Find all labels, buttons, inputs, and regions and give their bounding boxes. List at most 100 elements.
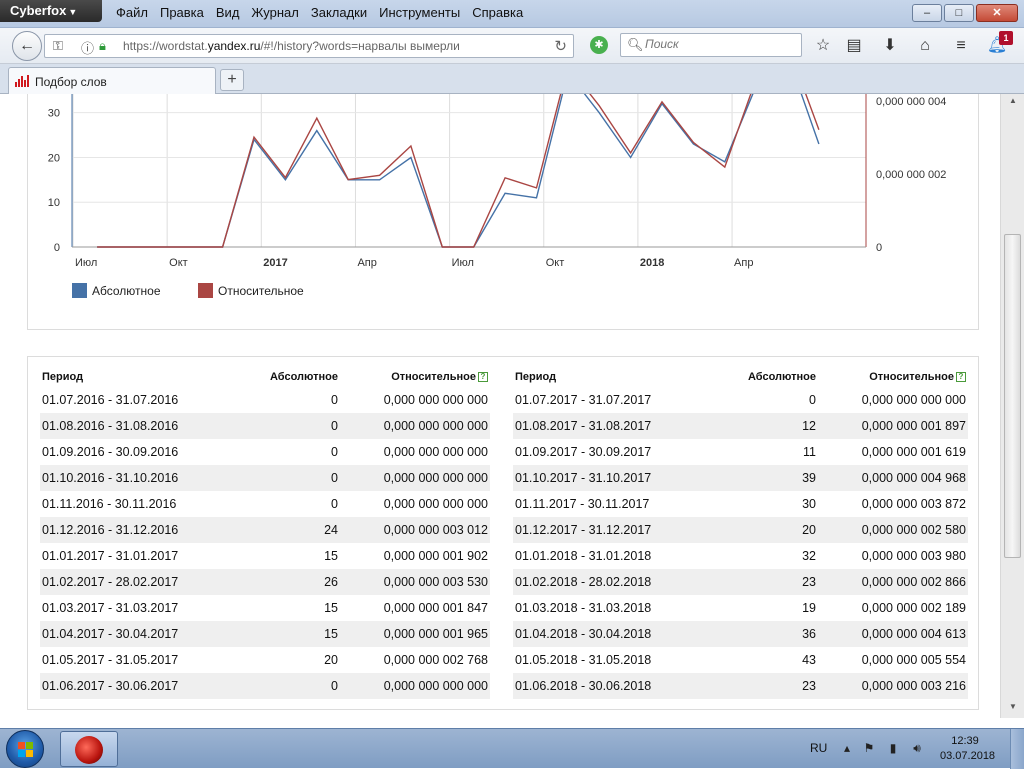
y-right-tick-label: 0	[876, 242, 882, 254]
tray-arrow-icon[interactable]: ▴	[840, 741, 854, 755]
close-button[interactable]: ✕	[976, 4, 1018, 22]
tab-podbor-slov[interactable]: Подбор слов	[8, 67, 216, 94]
table-row: 01.10.2016 - 31.10.2016 0 0,000 000 000 00…	[40, 465, 490, 491]
language-indicator[interactable]: RU	[810, 741, 827, 755]
menu-item-tools[interactable]: Инструменты	[373, 4, 466, 22]
relative-cell: 0,000 000 003 216	[818, 673, 968, 699]
absolute-cell: 11	[803, 445, 816, 459]
bookmark-star-icon[interactable]: ☆	[812, 35, 834, 57]
menu-item-edit[interactable]: Правка	[154, 4, 210, 22]
absolute-cell: 15	[324, 601, 338, 615]
period-cell: 01.12.2016 - 31.12.2016	[40, 517, 230, 543]
menu-item-help[interactable]: Справка	[466, 4, 529, 22]
period-cell: 01.05.2018 - 31.05.2018	[515, 653, 652, 667]
table-row: 01.12.2016 - 31.12.2016 24 0,000 000 003 0…	[40, 517, 490, 543]
reload-icon[interactable]: ↻	[554, 37, 567, 55]
y-right-tick-label: 0,000 000 004	[876, 96, 946, 108]
new-tab-button[interactable]: +	[220, 69, 244, 91]
y-left-tick-label: 0	[54, 242, 60, 254]
window-controls: – □ ✕	[912, 4, 1018, 22]
absolute-cell: 36	[703, 621, 818, 647]
legend-label: Относительное	[218, 284, 304, 298]
table-row: 01.02.2018 - 28.02.2018 23 0,000 000 002 8…	[513, 569, 968, 595]
vertical-scrollbar[interactable]: ▲ ▼	[1000, 94, 1024, 718]
table-row: 01.01.2017 - 31.01.2017 15 0,000 000 001 9…	[40, 543, 490, 569]
home-icon[interactable]: ⌂	[914, 35, 936, 57]
tab-bar: Подбор слов +	[0, 64, 1024, 94]
period-cell: 01.03.2017 - 31.03.2017	[42, 601, 179, 615]
info-icon[interactable]: ⓘ	[81, 38, 94, 57]
y-left-tick-label: 30	[48, 108, 60, 120]
menu-item-bookmarks[interactable]: Закладки	[305, 4, 373, 22]
menu-item-history[interactable]: Журнал	[245, 4, 304, 22]
absolute-cell: 39	[703, 465, 818, 491]
tray-flag-icon[interactable]: ⚑	[862, 741, 876, 755]
network-icon[interactable]: ▮	[886, 741, 900, 755]
url-prefix: https://wordstat.	[123, 39, 208, 53]
clock[interactable]: 12:39 03.07.2018	[940, 734, 996, 764]
absolute-cell: 15	[230, 621, 340, 647]
period-header: Период	[42, 371, 84, 383]
absolute-cell: 19	[802, 601, 816, 615]
relative-cell: 0,000 000 000 000	[383, 393, 488, 407]
absolute-cell: 0	[230, 673, 340, 699]
menu-bar: Файл Правка Вид Журнал Закладки Инструме…	[110, 4, 529, 22]
relative-header-cell: Относительное?	[340, 367, 490, 387]
show-desktop-button[interactable]	[1010, 729, 1024, 769]
minimize-button[interactable]: –	[912, 4, 942, 22]
relative-cell: 0,000 000 002 768	[383, 653, 488, 667]
start-button[interactable]	[6, 730, 44, 768]
relative-cell: 0,000 000 002 189	[861, 601, 966, 615]
search-input[interactable]	[645, 37, 795, 51]
absolute-cell: 26	[230, 569, 340, 595]
lock-icon[interactable]: 🔒︎	[99, 38, 106, 54]
period-cell: 01.09.2017 - 30.09.2017	[515, 445, 652, 459]
y-left-tick-label: 20	[48, 152, 60, 164]
period-cell: 01.10.2017 - 31.10.2017	[513, 465, 703, 491]
period-cell: 01.01.2017 - 31.01.2017	[42, 549, 179, 563]
clock-date: 03.07.2018	[940, 750, 996, 762]
chevron-down-icon: ▼	[68, 7, 78, 17]
series-line-absolute	[97, 94, 820, 248]
help-icon[interactable]: ?	[956, 372, 966, 383]
maximize-button[interactable]: □	[944, 4, 974, 22]
menu-item-file[interactable]: Файл	[110, 4, 154, 22]
app-name: Cyberfox	[10, 3, 67, 18]
absolute-cell: 32	[802, 549, 816, 563]
absolute-cell: 0	[331, 393, 338, 407]
app-menu-button[interactable]: Cyberfox ▼	[0, 0, 102, 22]
table-row: 01.05.2018 - 31.05.2018 43 0,000 000 005 5…	[513, 647, 968, 673]
search-box[interactable]: 🔍︎	[620, 33, 802, 57]
volume-icon[interactable]: 🔊︎	[910, 741, 924, 755]
scroll-down-icon[interactable]: ▼	[1005, 702, 1021, 716]
period-cell: 01.07.2016 - 31.07.2016	[42, 393, 179, 407]
menu-icon[interactable]: ≡	[950, 35, 972, 57]
addon-icon[interactable]: ✱	[590, 36, 608, 54]
x-tick-label: Апр	[734, 257, 753, 269]
history-chart: 01020304000,000 000 0020,000 000 004ИюлО…	[48, 94, 946, 298]
x-tick-label: Окт	[546, 257, 565, 269]
period-cell: 01.07.2017 - 31.07.2017	[515, 393, 652, 407]
scroll-up-icon[interactable]: ▲	[1005, 96, 1021, 110]
notification-badge: 1	[999, 31, 1013, 45]
scroll-thumb[interactable]	[1004, 234, 1021, 558]
taskbar-cyberfox-button[interactable]	[60, 731, 118, 767]
relative-header: Относительное	[391, 371, 476, 383]
help-icon[interactable]: ?	[478, 372, 488, 383]
absolute-cell: 0	[331, 497, 338, 511]
absolute-cell: 23	[703, 673, 818, 699]
url-text[interactable]: https://wordstat.yandex.ru/#!/history?wo…	[123, 39, 460, 53]
download-icon[interactable]: ⬇	[879, 35, 901, 57]
table-row: 01.10.2017 - 31.10.2017 39 0,000 000 004 9…	[513, 465, 968, 491]
absolute-cell: 0	[809, 393, 816, 407]
menu-item-view[interactable]: Вид	[210, 4, 246, 22]
chart-panel: 01020304000,000 000 0020,000 000 004ИюлО…	[27, 94, 979, 330]
legend-swatch	[198, 283, 213, 298]
table-row: 01.09.2016 - 30.09.2016 0 0,000 000 000 00…	[40, 439, 490, 465]
relative-header: Относительное	[869, 371, 954, 383]
back-button[interactable]: ←	[12, 31, 42, 61]
relative-cell: 0,000 000 003 012	[340, 517, 490, 543]
url-bar[interactable]: ⚿ ⓘ 🔒︎ https://wordstat.yandex.ru/#!/his…	[44, 34, 574, 58]
key-icon[interactable]: ⚿	[53, 38, 63, 54]
reading-list-icon[interactable]: ▤	[843, 35, 865, 57]
